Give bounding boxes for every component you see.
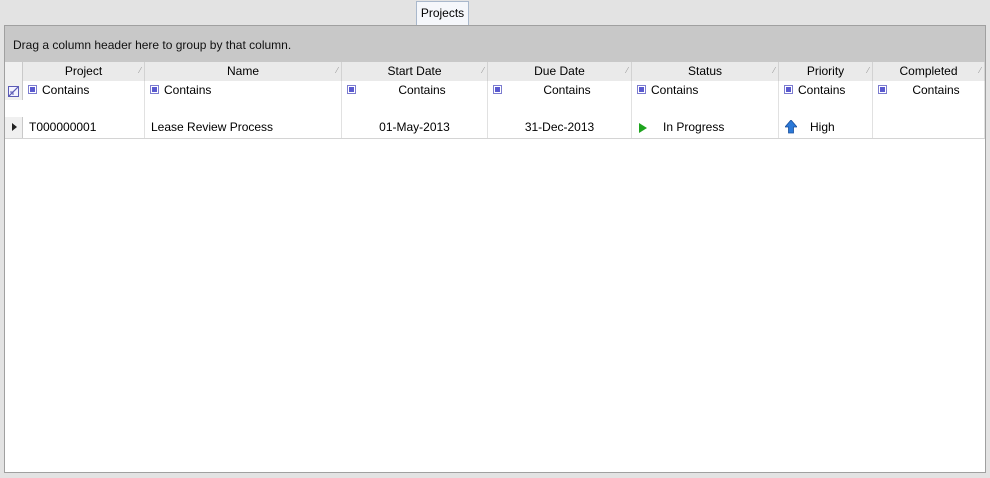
column-header-label: Project	[64, 64, 103, 78]
filter-operator-icon[interactable]	[347, 85, 356, 94]
row-selector-header	[5, 62, 23, 81]
column-header-label: Due Date	[534, 64, 585, 78]
status-label: In Progress	[663, 120, 725, 134]
filter-cell-name[interactable]: Contains	[145, 81, 342, 100]
row-selector[interactable]	[5, 117, 23, 138]
cell-name[interactable]: Lease Review Process	[145, 117, 342, 138]
clear-filter-icon[interactable]	[8, 86, 19, 97]
cell-start-date[interactable]: 01-May-2013	[342, 117, 488, 138]
column-header-start-date[interactable]: Start Date ⁄	[342, 62, 488, 81]
cell-priority[interactable]: High	[779, 117, 873, 138]
filter-operator-label: Contains	[798, 83, 846, 97]
pin-icon[interactable]: ⁄	[868, 66, 869, 75]
column-header-project[interactable]: Project ⁄	[23, 62, 145, 81]
filter-value-row	[5, 100, 985, 118]
header-row: Project ⁄ Name ⁄ Start Date ⁄ Due Date ⁄…	[5, 62, 985, 82]
column-header-due-date[interactable]: Due Date ⁄	[488, 62, 632, 81]
pin-icon[interactable]: ⁄	[140, 66, 141, 75]
pin-icon[interactable]: ⁄	[337, 66, 338, 75]
pin-icon[interactable]: ⁄	[483, 66, 484, 75]
cell-completed[interactable]	[873, 117, 985, 138]
filter-cell-status[interactable]: Contains	[632, 81, 779, 100]
group-by-panel[interactable]: Drag a column header here to group by th…	[5, 26, 985, 62]
filter-operator-label: Contains	[543, 83, 591, 97]
cell-due-date[interactable]: 31-Dec-2013	[488, 117, 632, 138]
filter-input-priority[interactable]	[779, 100, 873, 117]
filter-operator-icon[interactable]	[28, 85, 37, 94]
filter-operator-icon[interactable]	[637, 85, 646, 94]
play-icon	[639, 123, 647, 133]
tab-bar: Projects	[0, 0, 990, 25]
pin-icon[interactable]: ⁄	[980, 66, 981, 75]
priority-label: High	[810, 120, 835, 134]
filter-cell-priority[interactable]: Contains	[779, 81, 873, 100]
cell-status[interactable]: In Progress	[632, 117, 779, 138]
column-header-priority[interactable]: Priority ⁄	[779, 62, 873, 81]
column-header-completed[interactable]: Completed ⁄	[873, 62, 985, 81]
filter-cell-due-date[interactable]: Contains	[488, 81, 632, 100]
filter-operator-icon[interactable]	[493, 85, 502, 94]
pin-icon[interactable]: ⁄	[627, 66, 628, 75]
column-header-label: Completed	[899, 64, 958, 78]
column-header-label: Priority	[806, 64, 845, 78]
filter-operator-label: Contains	[164, 83, 212, 97]
column-header-label: Status	[687, 64, 723, 78]
filter-operator-label: Contains	[398, 83, 446, 97]
filter-operator-icon[interactable]	[878, 85, 887, 94]
filter-input-project[interactable]	[23, 100, 145, 117]
filter-input-name[interactable]	[145, 100, 342, 117]
table-row[interactable]: T000000001 Lease Review Process 01-May-2…	[5, 117, 985, 139]
up-arrow-icon	[785, 120, 797, 134]
filter-operator-label: Contains	[42, 83, 90, 97]
column-header-label: Start Date	[387, 64, 442, 78]
filter-input-completed[interactable]	[873, 100, 985, 117]
filter-input-status[interactable]	[632, 100, 779, 117]
filter-operator-label: Contains	[651, 83, 699, 97]
filter-operator-label: Contains	[912, 83, 960, 97]
filter-cell-completed[interactable]: Contains	[873, 81, 985, 100]
tab-projects[interactable]: Projects	[416, 1, 469, 25]
filter-input-due-date[interactable]	[488, 100, 632, 117]
column-header-status[interactable]: Status ⁄	[632, 62, 779, 81]
filter-operator-icon[interactable]	[150, 85, 159, 94]
column-header-label: Name	[226, 64, 259, 78]
cell-project[interactable]: T000000001	[23, 117, 145, 138]
current-row-indicator-icon	[12, 123, 17, 131]
filter-operator-icon[interactable]	[784, 85, 793, 94]
projects-panel: Drag a column header here to group by th…	[4, 25, 986, 473]
pin-icon[interactable]: ⁄	[774, 66, 775, 75]
filter-row: Contains Contains Contains Contains Cont…	[5, 81, 985, 119]
filter-cell-start-date[interactable]: Contains	[342, 81, 488, 100]
filter-cell-project[interactable]: Contains	[23, 81, 145, 100]
filter-input-start-date[interactable]	[342, 100, 488, 117]
column-header-name[interactable]: Name ⁄	[145, 62, 342, 81]
